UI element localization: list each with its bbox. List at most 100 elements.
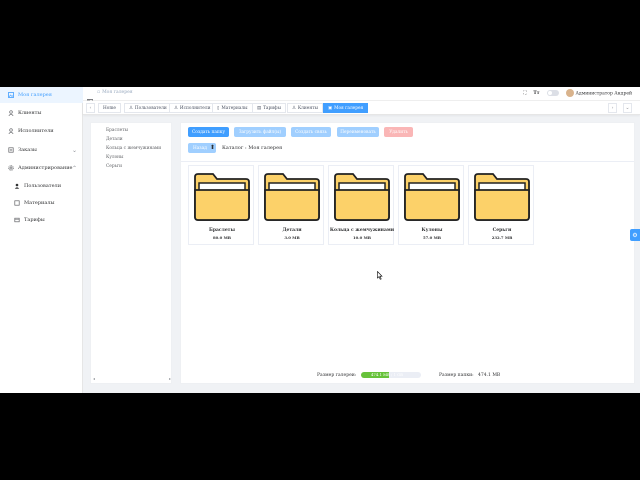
create-link-button[interactable]: Создать связь [291, 127, 331, 137]
mouse-cursor-icon [377, 265, 383, 280]
folder-icon [334, 173, 390, 221]
user-name: Администратор Андрей [575, 91, 632, 97]
upload-files-button[interactable]: Загрузить файл(ы) [234, 127, 286, 137]
avatar [565, 89, 574, 97]
tags-menu-button[interactable]: ⌄ [623, 103, 632, 113]
create-folder-button[interactable]: Создать папку [188, 127, 229, 137]
divider [181, 161, 634, 162]
folder-icon [404, 173, 460, 221]
users-icon [14, 183, 20, 189]
gallery-icon: ▣ [328, 105, 333, 111]
top-header: ▫ Моя галерея ⛶ Tт Администратор Андрей [83, 87, 640, 105]
folder-card[interactable]: Детали 3.0 MB [258, 165, 324, 245]
tag-label: Исполнители [179, 105, 211, 111]
delete-button[interactable]: Удалить [384, 127, 413, 137]
chevron-up-icon: ⌃ [71, 164, 77, 172]
tag-tariffs[interactable]: ▤ Тарифы [252, 103, 286, 113]
folder-name: Серьги [492, 228, 512, 233]
tag-label: Материалы [221, 105, 248, 111]
folder-card[interactable]: Кольца с жемчужинами 10.0 MB [328, 165, 394, 245]
arrow-up-icon: ⬆ [209, 144, 215, 151]
sidebar-item-performers[interactable]: Исполнители [0, 123, 83, 139]
order-icon [8, 147, 14, 153]
chevron-down-icon: ⌄ [71, 146, 77, 154]
tag-label: Тарифы [263, 105, 281, 111]
breadcrumb-current: Моя галерея [102, 90, 133, 95]
user-icon: ♙ [129, 105, 133, 111]
tag-label: Моя галерея [334, 105, 364, 111]
gallery-panel: Создать папку Загрузить файл(ы) Создать … [180, 122, 635, 384]
tag-home[interactable]: Home [98, 103, 121, 113]
folder-name: Кулоны [421, 228, 443, 233]
user-menu[interactable]: Администратор Андрей [565, 89, 632, 97]
sidebar-item-label: Администрирование [18, 165, 73, 171]
folder-name: Кольца с жемчужинами [329, 228, 395, 233]
sidebar-item-label: Моя галерея [18, 92, 52, 98]
folder-size: 57.0 MB [423, 235, 441, 240]
materials-icon: ▯ [217, 105, 220, 111]
tariff-icon: ▤ [257, 105, 262, 111]
catalog-path: Каталог : Моя галерея [222, 145, 283, 151]
sidebar-item-label: Заказы [18, 147, 37, 153]
sidebar-item-clients[interactable]: Клиенты [0, 105, 83, 121]
folder-size: 3.0 MB [284, 235, 300, 240]
tag-users[interactable]: ♙ Пользователи [124, 103, 172, 113]
folder-size: 10.0 MB [353, 235, 371, 240]
app-window: Моя галерея Клиенты Исполнители Заказы ⌄… [0, 87, 640, 393]
theme-toggle[interactable] [546, 90, 559, 96]
folder-name: Браслеты [209, 228, 235, 233]
folder-card[interactable]: Браслеты 80.0 MB [188, 165, 254, 245]
sidebar-item-administration[interactable]: Администрирование ⌃ [0, 160, 83, 176]
rename-button[interactable]: Переименовать [337, 127, 379, 137]
sidebar-item-label: Тарифы [24, 217, 45, 223]
sidebar-item-gallery[interactable]: Моя галерея [0, 87, 83, 103]
folder-size: 80.0 MB [213, 235, 231, 240]
tree-item[interactable]: Кольца с жемчужинами [106, 146, 161, 151]
storage-footer: Размер галереи: 474.1 MB / 1 GB Размер п… [181, 370, 634, 382]
sidebar: Моя галерея Клиенты Исполнители Заказы ⌄… [0, 87, 83, 393]
tag-gallery[interactable]: ▣ Моя галерея [323, 103, 369, 113]
settings-icon [8, 165, 14, 171]
sidebar-item-users[interactable]: Пользователи [0, 178, 83, 194]
font-size-button[interactable]: Tт [533, 91, 539, 96]
tags-scroll-right-button[interactable]: › [608, 103, 617, 113]
sidebar-item-orders[interactable]: Заказы ⌄ [0, 142, 83, 158]
breadcrumb: ▫ Моя галерея [97, 90, 133, 95]
tag-clients[interactable]: ♙ Клиенты [287, 103, 323, 113]
sidebar-item-tariffs[interactable]: Тарифы [0, 212, 83, 228]
folder-card[interactable]: Серьги 232.7 MB [468, 165, 534, 245]
tag-label: Home [103, 105, 116, 111]
back-button[interactable]: Назад ⬆ [188, 143, 216, 153]
gallery-size-label: Размер галереи: [317, 373, 357, 378]
header-actions: ⛶ Tт Администратор Андрей [523, 89, 632, 97]
tree-item[interactable]: Серьги [106, 164, 122, 169]
user-icon [8, 110, 14, 116]
folder-icon [264, 173, 320, 221]
storage-progress-bar: 474.1 MB / 1 GB [361, 372, 421, 378]
tag-label: Клиенты [297, 105, 318, 111]
materials-icon [14, 200, 20, 206]
horizontal-scrollbar[interactable]: ◂ ▸ [93, 376, 171, 381]
hamburger-icon[interactable] [86, 90, 94, 105]
tree-item[interactable]: Браслеты [106, 128, 128, 133]
fullscreen-icon[interactable]: ⛶ [523, 90, 526, 96]
settings-drawer-button[interactable]: ⚙ [630, 229, 640, 241]
folder-size: 232.7 MB [491, 235, 513, 240]
tags-scroll-left-button[interactable]: ‹ [86, 103, 95, 113]
user-icon: ♙ [292, 105, 296, 111]
tag-performers[interactable]: ♙ Исполнители [169, 103, 216, 113]
tree-item[interactable]: Кулоны [106, 155, 123, 160]
back-button-label: Назад [193, 145, 207, 151]
sidebar-item-label: Пользователи [24, 183, 62, 189]
folder-card[interactable]: Кулоны 57.0 MB [398, 165, 464, 245]
tree-item[interactable]: Детали [106, 137, 123, 142]
gear-icon: ⚙ [632, 231, 638, 239]
tariff-icon [14, 217, 20, 223]
folder-icon [194, 173, 250, 221]
tag-materials[interactable]: ▯ Материалы [212, 103, 253, 113]
user-icon [8, 128, 14, 134]
sidebar-item-materials[interactable]: Материалы [0, 195, 83, 211]
gallery-icon [8, 92, 14, 98]
user-icon: ♙ [174, 105, 178, 111]
tag-label: Пользователи [134, 105, 167, 111]
